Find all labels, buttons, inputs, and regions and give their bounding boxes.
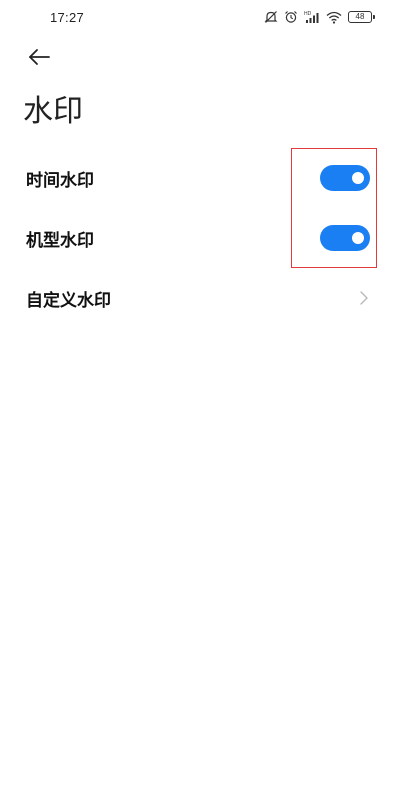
chevron-right-icon xyxy=(358,290,370,306)
toggle-knob xyxy=(352,172,364,184)
battery-icon: 48 xyxy=(348,11,375,23)
status-icons: HD 48 xyxy=(264,9,375,25)
settings-list: 时间水印 机型水印 自定义水印 xyxy=(0,148,398,328)
time-watermark-label: 时间水印 xyxy=(26,170,94,191)
wifi-icon xyxy=(326,11,342,24)
time-watermark-toggle[interactable] xyxy=(320,165,370,191)
toggle-knob xyxy=(352,232,364,244)
model-watermark-row[interactable]: 机型水印 xyxy=(0,208,398,268)
alarm-icon xyxy=(284,10,298,24)
time-watermark-row[interactable]: 时间水印 xyxy=(0,148,398,208)
signal-icon: HD xyxy=(304,10,320,24)
arrow-left-icon xyxy=(27,48,51,70)
model-watermark-label: 机型水印 xyxy=(26,230,94,251)
status-time: 17:27 xyxy=(50,10,85,25)
status-bar: 17:27 HD 48 xyxy=(0,0,398,36)
back-button[interactable] xyxy=(22,44,56,74)
mute-icon xyxy=(264,10,278,24)
signal-hd-label: HD xyxy=(304,11,312,17)
battery-level: 48 xyxy=(355,12,365,21)
custom-watermark-row[interactable]: 自定义水印 xyxy=(0,268,398,328)
custom-watermark-label: 自定义水印 xyxy=(26,290,111,311)
model-watermark-toggle[interactable] xyxy=(320,225,370,251)
page-title: 水印 xyxy=(23,94,83,129)
